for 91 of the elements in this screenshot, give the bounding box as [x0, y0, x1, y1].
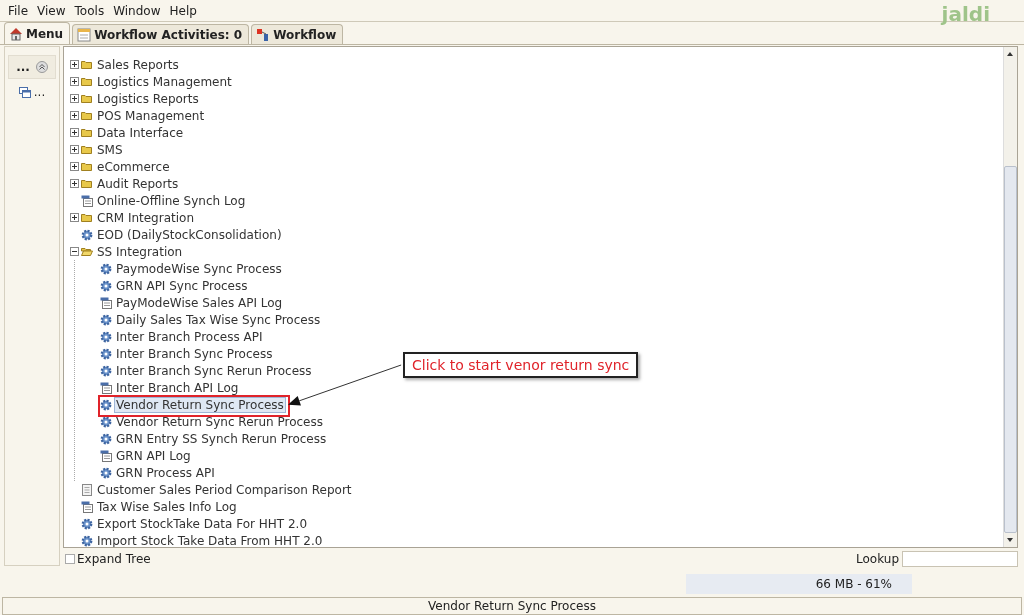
collapse-icon[interactable] [70, 247, 79, 257]
folder-icon [81, 211, 93, 224]
collapse-icon [35, 61, 48, 74]
menu-item[interactable]: Window [113, 3, 161, 18]
expand-icon[interactable] [70, 128, 79, 138]
expand-icon[interactable] [70, 111, 79, 121]
tree-item[interactable]: SS Integration [95, 243, 185, 260]
tree-item[interactable]: Logistics Management [95, 73, 234, 90]
folder-icon [81, 177, 93, 190]
gear-icon [100, 398, 112, 411]
menu-item[interactable]: View [37, 3, 66, 18]
tree-item[interactable]: PaymodeWise Sync Process [114, 260, 284, 277]
home-icon [9, 26, 23, 41]
callout: Click to start venor return sync [403, 352, 639, 378]
tree-item[interactable]: Inter Branch Process API [114, 328, 265, 345]
tree-item[interactable]: Sales Reports [95, 56, 181, 73]
tree-item[interactable]: GRN API Sync Process [114, 277, 250, 294]
tree-item[interactable]: Data Interface [95, 124, 186, 141]
gear-icon [100, 415, 112, 428]
tree-item[interactable]: Vendor Return Sync Rerun Process [114, 413, 325, 430]
folder-icon [81, 58, 93, 71]
tree-item[interactable]: GRN API Log [114, 447, 193, 464]
tab[interactable]: Workflow Activities: 0 [72, 24, 250, 45]
expand-icon[interactable] [70, 77, 79, 87]
tree-item[interactable]: EOD (DailyStockConsolidation) [95, 226, 284, 243]
window-icon [81, 194, 93, 207]
folder-icon [81, 143, 93, 156]
gear-icon [81, 517, 93, 530]
flowchart-icon [256, 27, 271, 42]
lookup-label: Lookup [856, 552, 899, 567]
open-folder-icon [81, 245, 93, 258]
tree-item[interactable]: Audit Reports [95, 175, 181, 192]
list-icon [77, 27, 92, 42]
expand-icon[interactable] [70, 179, 79, 189]
status-text: Vendor Return Sync Process [428, 598, 596, 613]
folder-icon [81, 160, 93, 173]
window-icon [100, 381, 112, 394]
tree-item[interactable]: Inter Branch Sync Rerun Process [114, 362, 314, 379]
tree-item[interactable]: SMS [95, 141, 125, 158]
checkbox-label[interactable]: Expand Tree [77, 552, 151, 567]
menu-item[interactable]: Tools [74, 3, 105, 18]
tree-item[interactable]: GRN Entry SS Synch Rerun Process [114, 430, 329, 447]
expand-icon[interactable] [70, 94, 79, 104]
tree-item[interactable]: Customer Sales Period Comparison Report [95, 481, 354, 498]
gear-icon [100, 347, 112, 360]
tab[interactable]: Menu [4, 22, 71, 45]
document-icon [81, 483, 93, 496]
panel-title: ... [16, 60, 30, 75]
expand-icon[interactable] [70, 145, 79, 155]
windows-icon [18, 86, 31, 98]
menu-item[interactable]: File [8, 3, 29, 18]
expand-icon[interactable] [70, 213, 79, 223]
folder-icon [81, 126, 93, 139]
folder-icon [81, 75, 93, 88]
gear-icon [100, 466, 112, 479]
tree-item[interactable]: CRM Integration [95, 209, 196, 226]
gear-icon [81, 228, 93, 241]
tree-item[interactable]: Logistics Reports [95, 90, 201, 107]
folder-icon [81, 92, 93, 105]
tree-item[interactable]: POS Management [95, 107, 207, 124]
logo: jaldi [941, 2, 990, 26]
memory-indicator: 66 MB - 61% [686, 574, 912, 595]
window-icon [81, 500, 93, 513]
window-icon [100, 296, 112, 309]
tree-item[interactable]: GRN Process API [114, 464, 217, 481]
gear-icon [100, 364, 112, 377]
tree-item[interactable]: Import Stock Take Data From HHT 2.0 [95, 532, 325, 548]
gear-icon [100, 279, 112, 292]
tree-item[interactable]: Tax Wise Sales Info Log [95, 498, 239, 515]
tree-item[interactable]: Daily Sales Tax Wise Sync Process [114, 311, 323, 328]
window-icon [100, 449, 112, 462]
expand-icon[interactable] [70, 162, 79, 172]
gear-icon [100, 330, 112, 343]
expand-icon[interactable] [70, 60, 79, 70]
tree-item[interactable]: Inter Branch API Log [114, 379, 241, 396]
folder-icon [81, 109, 93, 122]
tree-item[interactable]: eCommerce [95, 158, 172, 175]
gear-icon [100, 313, 112, 326]
lookup-field[interactable] [902, 551, 1018, 568]
scrollbar-thumb[interactable] [1004, 166, 1017, 534]
side-item[interactable]: ... [18, 85, 46, 100]
tab[interactable]: Workflow [251, 24, 344, 45]
gear-icon [100, 262, 112, 275]
tree-item[interactable]: Inter Branch Sync Process [114, 345, 275, 362]
tree-item[interactable]: Online-Offline Synch Log [95, 192, 248, 209]
tree-item[interactable]: Export StockTake Data For HHT 2.0 [95, 515, 310, 532]
gear-icon [100, 432, 112, 445]
tree-item[interactable]: PayModeWise Sales API Log [114, 294, 285, 311]
checkbox[interactable] [65, 554, 75, 565]
menu-item[interactable]: Help [169, 3, 197, 18]
scrollbar[interactable] [1003, 47, 1017, 548]
